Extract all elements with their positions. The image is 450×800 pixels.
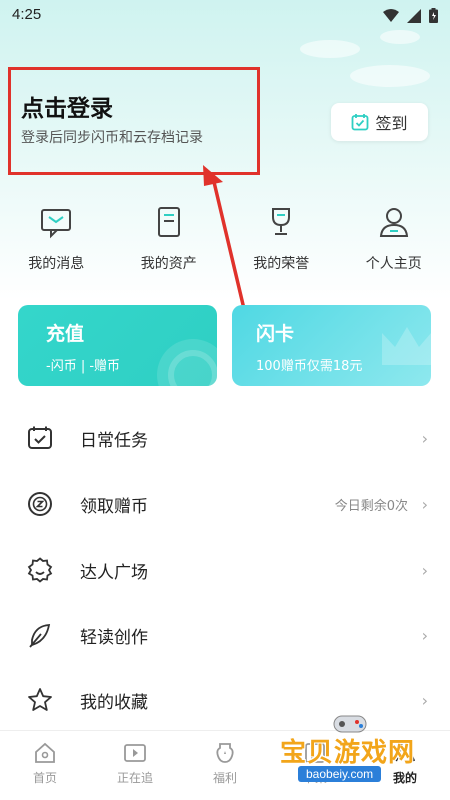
watermark-url: baobeiy.com (298, 766, 382, 782)
gift-icon (216, 743, 234, 763)
badge-icon (27, 557, 53, 583)
battery-icon (429, 8, 438, 23)
quick-link-label: 我的资产 (140, 256, 197, 272)
menu-item-expert-plaza[interactable]: 达人广场 › (0, 538, 450, 602)
chevron-right-icon: › (421, 560, 428, 580)
status-bar: 4:25 (0, 0, 450, 32)
menu-label: 达人广场 (80, 562, 148, 583)
calendar-icon (28, 426, 52, 449)
watermark-text: 宝贝游戏网 (280, 738, 416, 768)
flash-card-subtitle: 100赠币仅需18元 (256, 359, 363, 374)
tab-welfare[interactable]: 福利 (180, 731, 270, 800)
recharge-subtitle: -闪币 | -赠币 (46, 359, 121, 374)
watermark: 宝贝游戏网 baobeiy.com (270, 712, 450, 792)
recharge-title: 充值 (46, 323, 85, 345)
profile-icon (379, 208, 408, 237)
coin-icon (28, 492, 52, 516)
tab-label: 正在追 (116, 771, 153, 785)
feather-icon (29, 624, 51, 648)
recharge-card[interactable]: 充值 -闪币 | -赠币 (18, 305, 217, 386)
chevron-right-icon: › (421, 625, 428, 645)
star-icon (28, 688, 52, 711)
signin-icon (352, 114, 369, 131)
quick-link-honors[interactable]: 我的荣誉 (225, 205, 338, 275)
quick-link-profile[interactable]: 个人主页 (338, 205, 450, 275)
home-icon (35, 742, 55, 763)
tab-label: 首页 (32, 771, 57, 785)
signin-button[interactable]: 签到 (331, 103, 428, 141)
flash-card-title: 闪卡 (256, 323, 295, 345)
trophy-icon (272, 208, 291, 235)
status-time: 4:25 (12, 6, 42, 23)
menu-label: 我的收藏 (80, 692, 148, 713)
signin-label: 签到 (375, 114, 408, 133)
quick-link-label: 个人主页 (365, 256, 422, 272)
signal-icon (407, 8, 421, 23)
quick-link-label: 我的消息 (28, 256, 85, 272)
quick-link-label: 我的荣誉 (253, 256, 310, 272)
tab-home[interactable]: 首页 (0, 731, 90, 800)
menu-label: 领取赠币 (80, 496, 148, 517)
flash-card[interactable]: 闪卡 100赠币仅需18元 (232, 305, 431, 386)
quick-link-assets[interactable]: 我的资产 (113, 205, 226, 275)
play-icon (124, 744, 146, 762)
message-icon (41, 209, 72, 239)
login-title[interactable]: 点击登录 (21, 89, 113, 123)
quick-links-row: 我的消息 我的资产 我的荣誉 个人主页 (0, 205, 450, 275)
login-subtitle: 登录后同步闪币和云存档记录 (21, 130, 203, 146)
assets-icon (157, 207, 180, 237)
quick-link-messages[interactable]: 我的消息 (0, 205, 113, 275)
menu-item-daily-tasks[interactable]: 日常任务 › (0, 406, 450, 470)
wifi-icon (383, 8, 399, 22)
chevron-right-icon: › (421, 428, 428, 448)
tab-label: 福利 (212, 771, 237, 785)
menu-label: 轻读创作 (80, 627, 148, 648)
menu-label: 日常任务 (80, 430, 148, 451)
menu-item-claim-coins[interactable]: 领取赠币 今日剩余0次 › (0, 472, 450, 536)
chevron-right-icon: › (421, 690, 428, 710)
menu-item-light-reading[interactable]: 轻读创作 › (0, 603, 450, 667)
chevron-right-icon: › (421, 494, 428, 514)
tab-following[interactable]: 正在追 (90, 731, 180, 800)
remaining-count-text: 今日剩余0次 (334, 498, 408, 514)
